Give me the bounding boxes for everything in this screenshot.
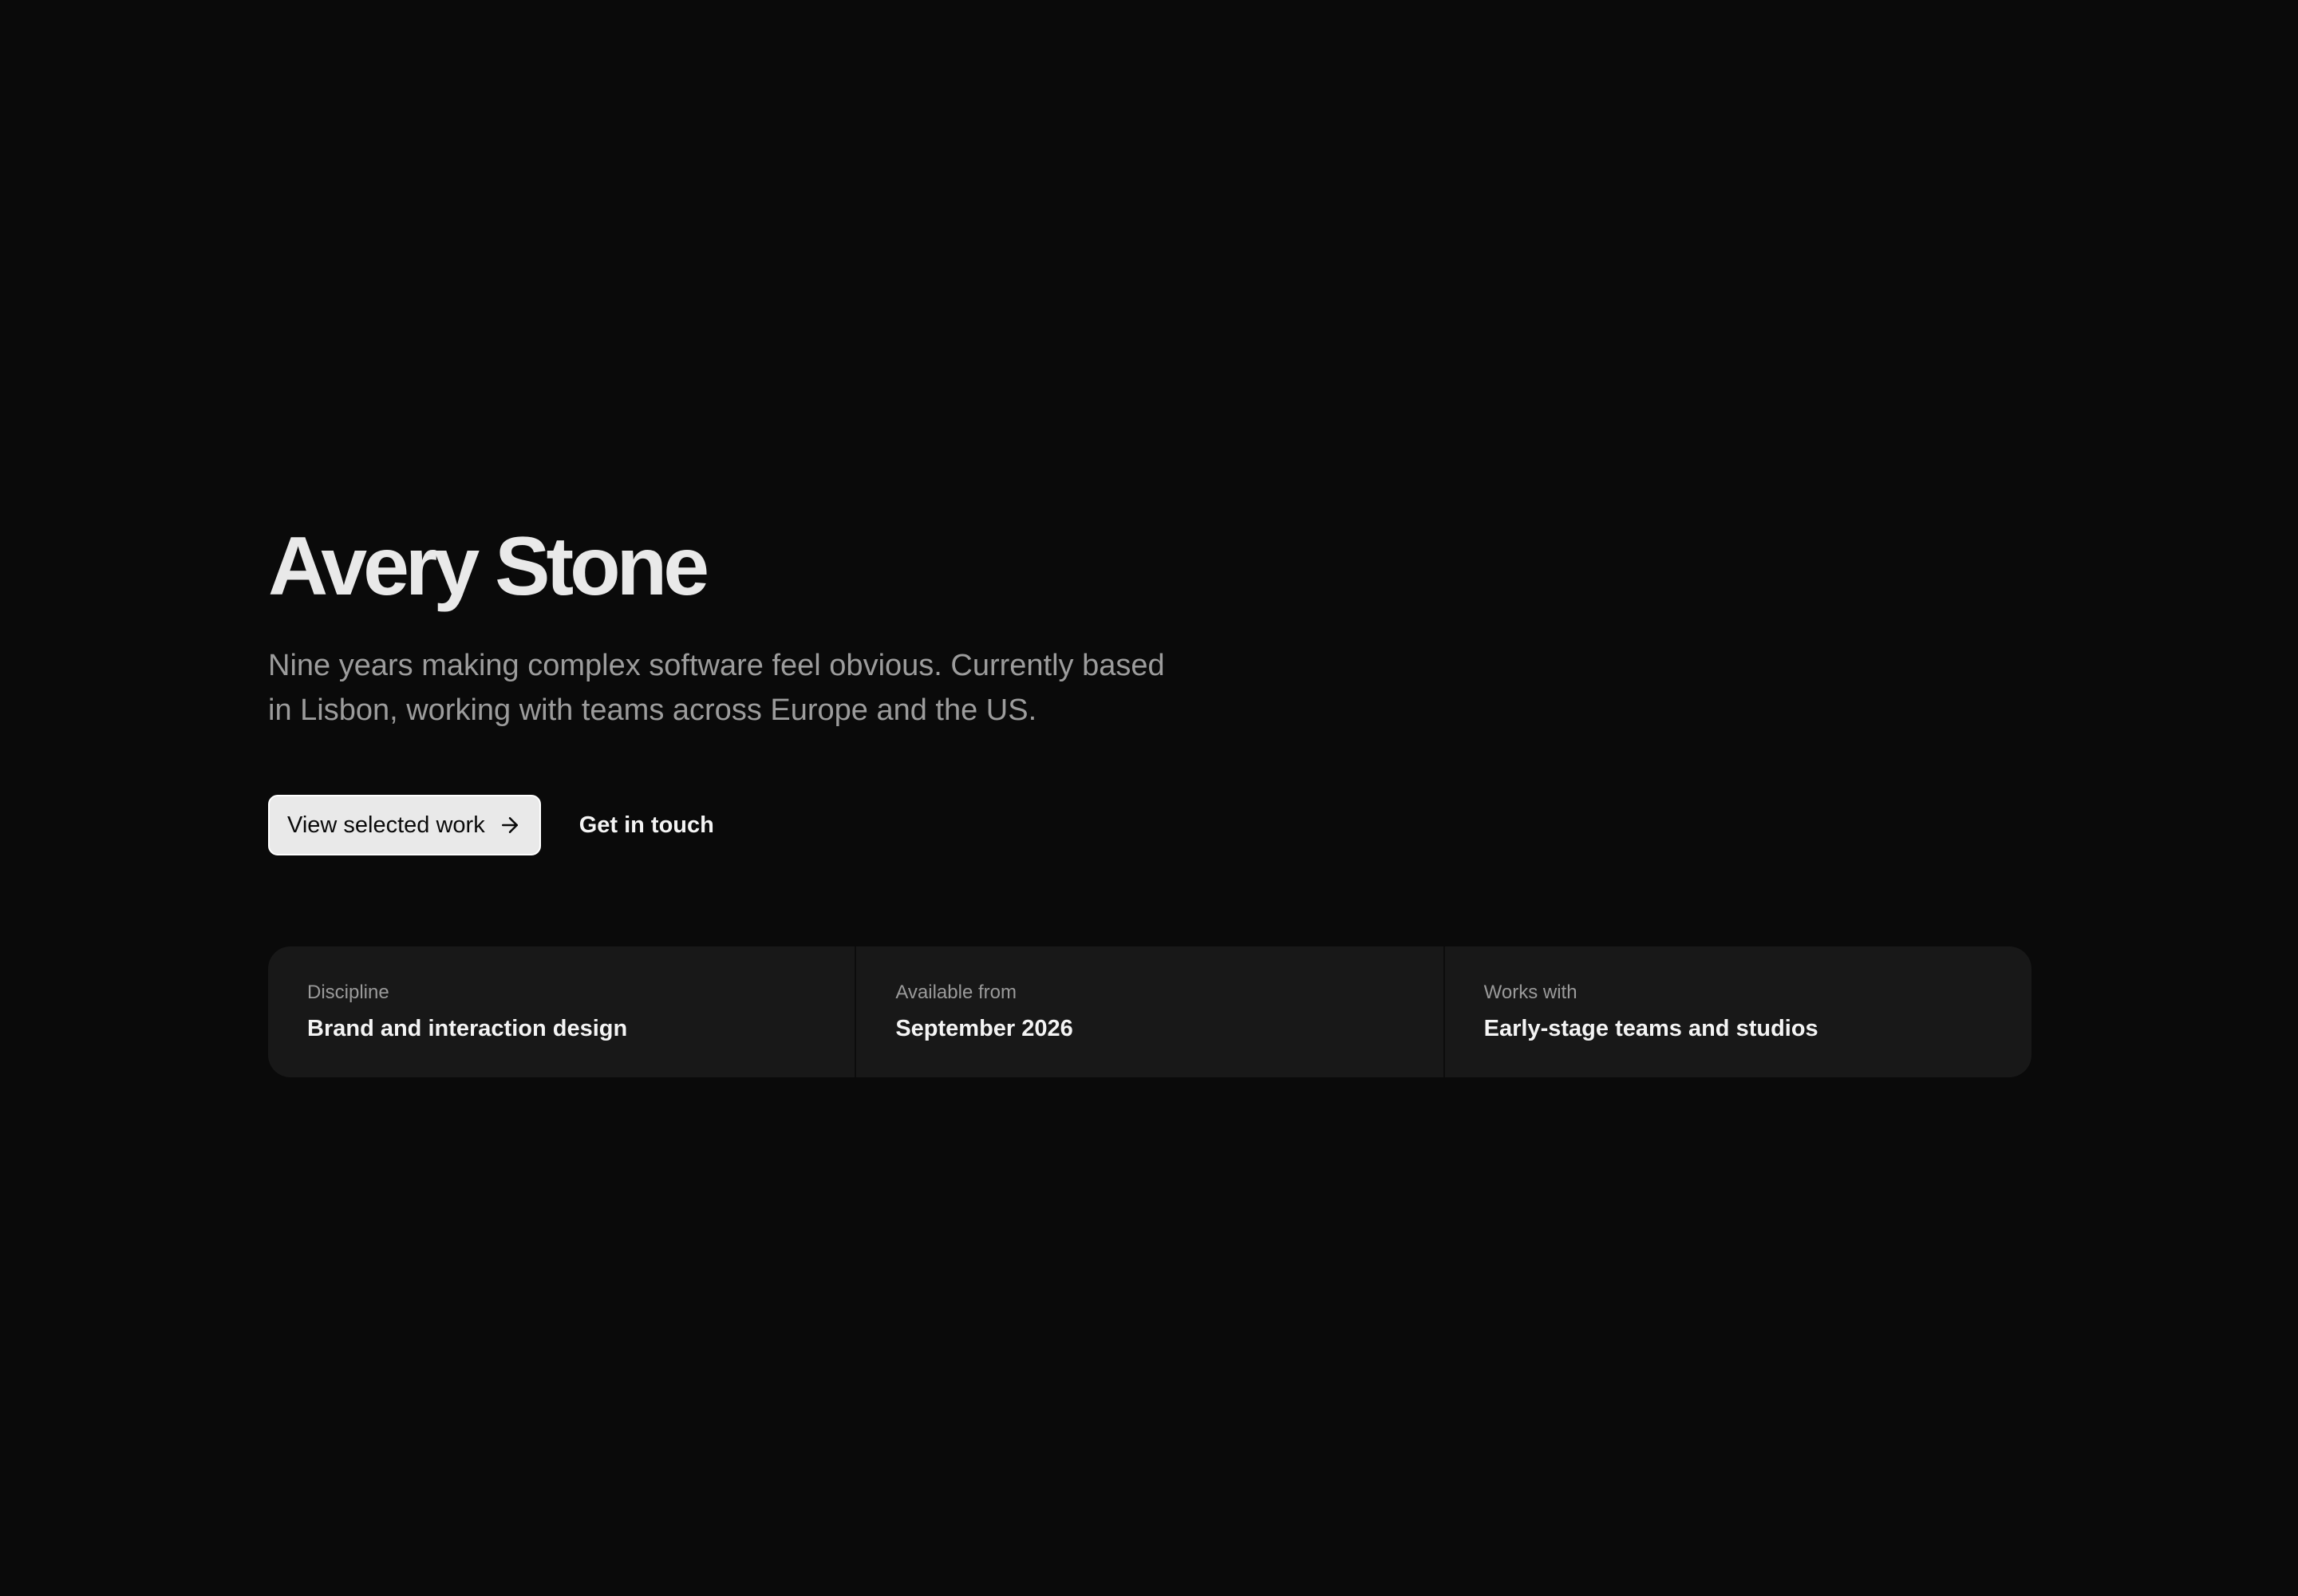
fact-discipline: Discipline Brand and interaction design: [268, 946, 857, 1077]
tagline-line-1: Nine years making complex software feel …: [268, 649, 1165, 682]
tagline-line-2: in Lisbon, working with teams across Eur…: [268, 693, 1037, 727]
facts-card: Discipline Brand and interaction design …: [268, 946, 2031, 1077]
get-in-touch-link[interactable]: Get in touch: [579, 812, 714, 839]
fact-works-with: Works with Early-stage teams and studios: [1445, 946, 2031, 1077]
page-title: Avery Stone: [268, 520, 709, 613]
view-selected-work-label: View selected work: [287, 812, 485, 838]
hero-actions: View selected work Get in touch: [268, 795, 2031, 855]
arrow-right-icon: [498, 813, 522, 837]
fact-value: Early-stage teams and studios: [1483, 1016, 1818, 1041]
fact-available-from: Available from September 2026: [856, 946, 1445, 1077]
fact-label: Works with: [1483, 982, 1577, 1003]
fact-value: Brand and interaction design: [307, 1016, 628, 1041]
view-selected-work-button[interactable]: View selected work: [268, 795, 541, 855]
fact-value: September 2026: [895, 1016, 1073, 1041]
fact-label: Available from: [895, 982, 1017, 1003]
fact-label: Discipline: [307, 982, 389, 1003]
hero-section: Avery Stone Nine years making complex so…: [268, 519, 2031, 1077]
hero-tagline: Nine years making complex software feel …: [268, 643, 1226, 733]
